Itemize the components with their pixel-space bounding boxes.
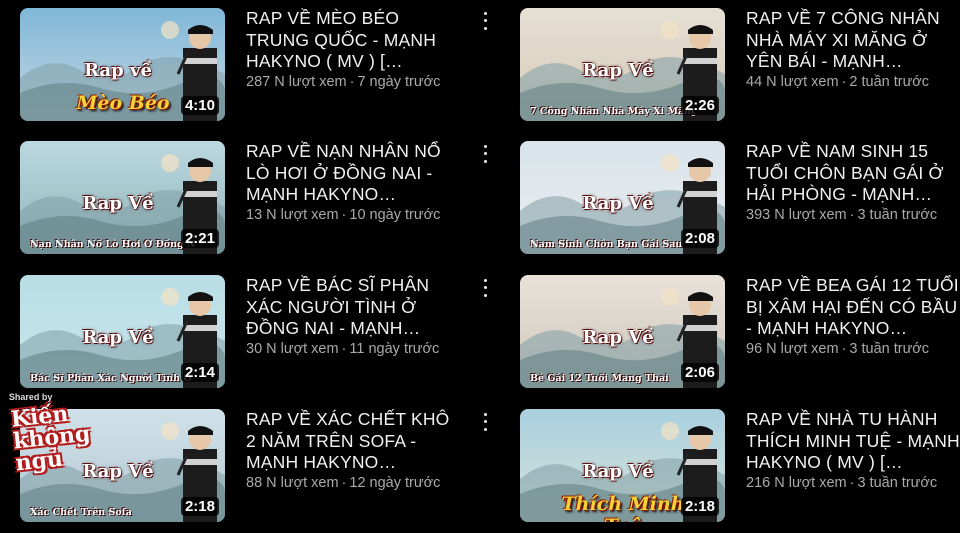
- view-count: 13 N lượt xem: [246, 207, 339, 223]
- duration-badge: 2:26: [680, 96, 719, 115]
- thumbnail-big-text: Thích Minh Tuệ: [561, 493, 685, 522]
- meta-separator: ·: [341, 475, 347, 491]
- thumbnail-caption: Bé Gái 12 Tuổi Mang Thai: [530, 373, 669, 384]
- thumbnail-caption: Nam Sinh Chôn Bạn Gái Sau: [530, 239, 683, 250]
- video-meta: 30 N lượt xem · 11 ngày trước: [246, 341, 464, 357]
- watermark-text: Kiến không ngủ: [9, 400, 92, 477]
- video-grid: Rap về Mèo Béo 4:10 RAP VỀ MÈO BÉO TRUNG…: [0, 0, 960, 533]
- video-meta: 13 N lượt xem · 10 ngày trước: [246, 207, 464, 223]
- video-title[interactable]: RAP VỀ 7 CÔNG NHÂN NHÀ MÁY XI MĂNG Ở YÊN…: [746, 8, 960, 72]
- video-info: RAP VỀ BÁC SĨ PHÂN XÁC NGƯỜI TÌNH Ở ĐỒNG…: [246, 275, 464, 357]
- video-title[interactable]: RAP VỀ BÁC SĨ PHÂN XÁC NGƯỜI TÌNH Ở ĐỒNG…: [246, 275, 464, 339]
- video-meta: 287 N lượt xem · 7 ngày trước: [246, 74, 464, 90]
- video-meta: 216 N lượt xem · 3 tuần trước: [746, 475, 960, 491]
- thumbnail-heading: Rap về: [84, 60, 152, 81]
- video-title[interactable]: RAP VỀ BEA GÁI 12 TUỔI BỊ XÂM HẠI ĐẾN CÓ…: [746, 275, 960, 339]
- video-card[interactable]: Rap Về Bé Gái 12 Tuổi Mang Thai 2:06 RAP…: [520, 275, 960, 393]
- video-thumbnail[interactable]: Rap Về Nam Sinh Chôn Bạn Gái Sau 2:08: [520, 141, 725, 254]
- video-card[interactable]: Rap Về Nạn Nhân Nổ Lò Hơi Ở Đồng Nai 2:2…: [20, 141, 490, 259]
- upload-age: 10 ngày trước: [349, 207, 441, 223]
- upload-age: 3 tuần trước: [849, 341, 930, 357]
- video-title[interactable]: RAP VỀ MÈO BÉO TRUNG QUỐC - MẠNH HAKYNO …: [246, 8, 464, 72]
- video-thumbnail[interactable]: Rap Về 7 Công Nhân Nhà Máy Xi Măng Ở Yên…: [520, 8, 725, 121]
- thumbnail-caption: Nạn Nhân Nổ Lò Hơi Ở Đồng Nai: [30, 239, 195, 250]
- video-thumbnail[interactable]: Rap Về Bé Gái 12 Tuổi Mang Thai 2:06: [520, 275, 725, 388]
- view-count: 88 N lượt xem: [246, 475, 339, 491]
- watermark-small-text: Shared by: [8, 392, 53, 403]
- video-thumbnail[interactable]: Rap Về Thích Minh Tuệ 2:18: [520, 409, 725, 522]
- thumbnail-caption: Bác Sĩ Phân Xác Người Tình Ở Đồng Nai: [30, 373, 195, 384]
- duration-badge: 2:06: [680, 363, 719, 382]
- thumbnail-big-text: Mèo Béo: [76, 92, 170, 114]
- thumbnail-heading: Rap Về: [82, 193, 154, 214]
- thumbnail-heading: Rap Về: [82, 327, 154, 348]
- video-title[interactable]: RAP VỀ XÁC CHẾT KHÔ 2 NĂM TRÊN SOFA - MẠ…: [246, 409, 464, 473]
- view-count: 393 N lượt xem: [746, 207, 847, 223]
- meta-separator: ·: [849, 207, 855, 223]
- upload-age: 11 ngày trước: [349, 341, 440, 357]
- meta-separator: ·: [349, 74, 355, 90]
- video-card[interactable]: Rap về Mèo Béo 4:10 RAP VỀ MÈO BÉO TRUNG…: [20, 8, 490, 126]
- video-meta: 88 N lượt xem · 12 ngày trước: [246, 475, 464, 491]
- video-info: RAP VỀ BEA GÁI 12 TUỔI BỊ XÂM HẠI ĐẾN CÓ…: [746, 275, 960, 357]
- upload-age: 12 ngày trước: [349, 475, 441, 491]
- thumbnail-heading: Rap Về: [582, 327, 654, 348]
- duration-badge: 4:10: [180, 96, 219, 115]
- more-options-icon[interactable]: [478, 277, 492, 299]
- video-info: RAP VỀ NẠN NHÂN NỔ LÒ HƠI Ở ĐỒNG NAI - M…: [246, 141, 464, 223]
- meta-separator: ·: [341, 207, 347, 223]
- upload-age: 3 tuần trước: [857, 475, 938, 491]
- video-meta: 96 N lượt xem · 3 tuần trước: [746, 341, 960, 357]
- thumbnail-heading: Rap Về: [582, 60, 654, 81]
- video-info: RAP VỀ 7 CÔNG NHÂN NHÀ MÁY XI MĂNG Ở YÊN…: [746, 8, 960, 90]
- more-options-icon[interactable]: [478, 10, 492, 32]
- video-title[interactable]: RAP VỀ NẠN NHÂN NỔ LÒ HƠI Ở ĐỒNG NAI - M…: [246, 141, 464, 205]
- upload-age: 7 ngày trước: [357, 74, 441, 90]
- video-info: RAP VỀ MÈO BÉO TRUNG QUỐC - MẠNH HAKYNO …: [246, 8, 464, 90]
- video-thumbnail[interactable]: Rap Về Nạn Nhân Nổ Lò Hơi Ở Đồng Nai 2:2…: [20, 141, 225, 254]
- video-title[interactable]: RAP VỀ NAM SINH 15 TUỔI CHÔN BẠN GÁI Ở H…: [746, 141, 960, 205]
- thumbnail-caption: 7 Công Nhân Nhà Máy Xi Măng Ở Yên Bái: [530, 106, 695, 117]
- meta-separator: ·: [841, 341, 847, 357]
- thumbnail-caption: Xác Chết Trên Sofa: [30, 507, 132, 518]
- meta-separator: ·: [841, 74, 847, 90]
- duration-badge: 2:08: [680, 229, 719, 248]
- video-title[interactable]: RAP VỀ NHÀ TU HÀNH THÍCH MINH TUỆ - MẠNH…: [746, 409, 960, 473]
- video-meta: 44 N lượt xem · 2 tuần trước: [746, 74, 960, 90]
- thumbnail-heading: Rap Về: [582, 461, 654, 482]
- upload-age: 3 tuần trước: [857, 207, 938, 223]
- meta-separator: ·: [849, 475, 855, 491]
- video-card[interactable]: Rap Về 7 Công Nhân Nhà Máy Xi Măng Ở Yên…: [520, 8, 960, 126]
- duration-badge: 2:18: [180, 497, 219, 516]
- video-meta: 393 N lượt xem · 3 tuần trước: [746, 207, 960, 223]
- video-info: RAP VỀ NAM SINH 15 TUỔI CHÔN BẠN GÁI Ở H…: [746, 141, 960, 223]
- duration-badge: 2:18: [680, 497, 719, 516]
- more-options-icon[interactable]: [478, 411, 492, 433]
- watermark-logo: Shared by Kiến không ngủ: [8, 387, 106, 476]
- view-count: 44 N lượt xem: [746, 74, 839, 90]
- more-options-icon[interactable]: [478, 143, 492, 165]
- view-count: 96 N lượt xem: [746, 341, 839, 357]
- video-info: RAP VỀ NHÀ TU HÀNH THÍCH MINH TUỆ - MẠNH…: [746, 409, 960, 491]
- video-card[interactable]: Rap Về Thích Minh Tuệ 2:18 RAP VỀ NHÀ TU…: [520, 409, 960, 527]
- video-info: RAP VỀ XÁC CHẾT KHÔ 2 NĂM TRÊN SOFA - MẠ…: [246, 409, 464, 491]
- meta-separator: ·: [341, 341, 347, 357]
- thumbnail-heading: Rap Về: [582, 193, 654, 214]
- video-thumbnail[interactable]: Rap về Mèo Béo 4:10: [20, 8, 225, 121]
- video-card[interactable]: Rap Về Bác Sĩ Phân Xác Người Tình Ở Đồng…: [20, 275, 490, 393]
- duration-badge: 2:21: [180, 229, 219, 248]
- upload-age: 2 tuần trước: [849, 74, 930, 90]
- view-count: 287 N lượt xem: [246, 74, 347, 90]
- duration-badge: 2:14: [180, 363, 219, 382]
- view-count: 30 N lượt xem: [246, 341, 339, 357]
- video-card[interactable]: Rap Về Nam Sinh Chôn Bạn Gái Sau 2:08 RA…: [520, 141, 960, 259]
- video-thumbnail[interactable]: Rap Về Bác Sĩ Phân Xác Người Tình Ở Đồng…: [20, 275, 225, 388]
- view-count: 216 N lượt xem: [746, 475, 847, 491]
